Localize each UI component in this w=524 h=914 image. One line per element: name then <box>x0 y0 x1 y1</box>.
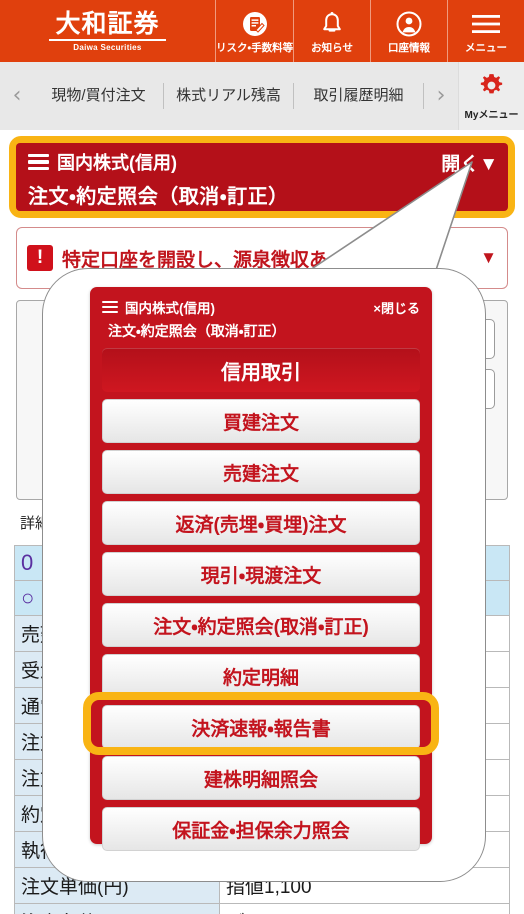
breadcrumb-next-arrow[interactable]: › <box>424 85 458 107</box>
exclamation-icon: ! <box>27 245 53 271</box>
nav-notifications[interactable]: お知らせ <box>293 0 370 62</box>
popup-item-execution-details[interactable]: 約定明細 <box>102 654 420 698</box>
breadcrumb-prev-arrow[interactable]: ‹ <box>0 85 34 107</box>
category-menu-popup: 国内株式(信用) ×閉じる 注文・約定照会（取消・訂正） 信用取引 買建注文 売… <box>90 287 432 851</box>
popup-banner-margin-trading: 信用取引 <box>102 348 420 392</box>
table-cell-key: 注文条件 <box>14 903 220 914</box>
nav-menu-label: メニュー <box>465 42 507 54</box>
gear-icon <box>478 72 505 104</box>
table-cell-value: デュアル <box>219 903 510 914</box>
nav-account-info[interactable]: 口座情報 <box>370 0 447 62</box>
table-row: 注文条件 デュアル <box>14 903 510 914</box>
breadcrumb: ‹ 現物/買付注文 株式リアル残高 取引履歴明細 › Myメニュー <box>0 62 524 130</box>
popup-item-physical-delivery-order[interactable]: 現引・現渡注文 <box>102 552 420 596</box>
mymenu-label: Myメニュー <box>464 109 519 121</box>
nav-notifications-label: お知らせ <box>311 42 353 54</box>
popup-title: 国内株式(信用) <box>125 301 215 316</box>
brand-logo[interactable]: 大和証券 Daiwa Securities <box>0 0 215 62</box>
document-risk-icon <box>242 10 268 38</box>
popup-item-open-position-details[interactable]: 建株明細照会 <box>102 756 420 800</box>
popup-header: 国内株式(信用) ×閉じる <box>102 296 420 318</box>
popup-item-sell-open[interactable]: 売建注文 <box>102 450 420 494</box>
hamburger-icon <box>472 10 500 38</box>
breadcrumb-item-0[interactable]: 現物/買付注文 <box>34 87 163 105</box>
account-circle-icon <box>396 10 422 38</box>
section-category: 国内株式(信用) <box>57 153 177 173</box>
bell-icon <box>320 10 344 38</box>
popup-item-buy-open[interactable]: 買建注文 <box>102 399 420 443</box>
hamburger-icon <box>28 153 49 171</box>
hamburger-icon <box>102 300 118 314</box>
breadcrumb-item-2[interactable]: 取引履歴明細 <box>294 87 423 105</box>
popup-subtitle: 注文・約定照会（取消・訂正） <box>108 323 286 339</box>
popup-item-settlement-report[interactable]: 決済速報・報告書 <box>102 705 420 749</box>
popup-item-repayment-order[interactable]: 返済(売埋・買埋)注文 <box>102 501 420 545</box>
close-icon[interactable]: ×閉じる <box>373 298 420 317</box>
mymenu-button[interactable]: Myメニュー <box>458 62 524 130</box>
app-root: 大和証券 Daiwa Securities リスク・手数料等 お知らせ 口座情報… <box>0 0 524 914</box>
nav-risk-fees[interactable]: リスク・手数料等 <box>215 0 293 62</box>
top-brand-bar: 大和証券 Daiwa Securities リスク・手数料等 お知らせ 口座情報… <box>0 0 524 62</box>
nav-account-info-label: 口座情報 <box>388 42 431 54</box>
brand-name-en: Daiwa Securities <box>73 43 142 53</box>
brand-name-ja: 大和証券 <box>49 10 166 42</box>
popup-item-order-execution-inquiry[interactable]: 注文・約定照会(取消・訂正) <box>102 603 420 647</box>
nav-risk-fees-label: リスク・手数料等 <box>216 42 294 54</box>
breadcrumb-item-1[interactable]: 株式リアル残高 <box>164 87 293 105</box>
popup-item-margin-collateral-inquiry[interactable]: 保証金・担保余力照会 <box>102 807 420 851</box>
nav-menu[interactable]: メニュー <box>447 0 524 62</box>
